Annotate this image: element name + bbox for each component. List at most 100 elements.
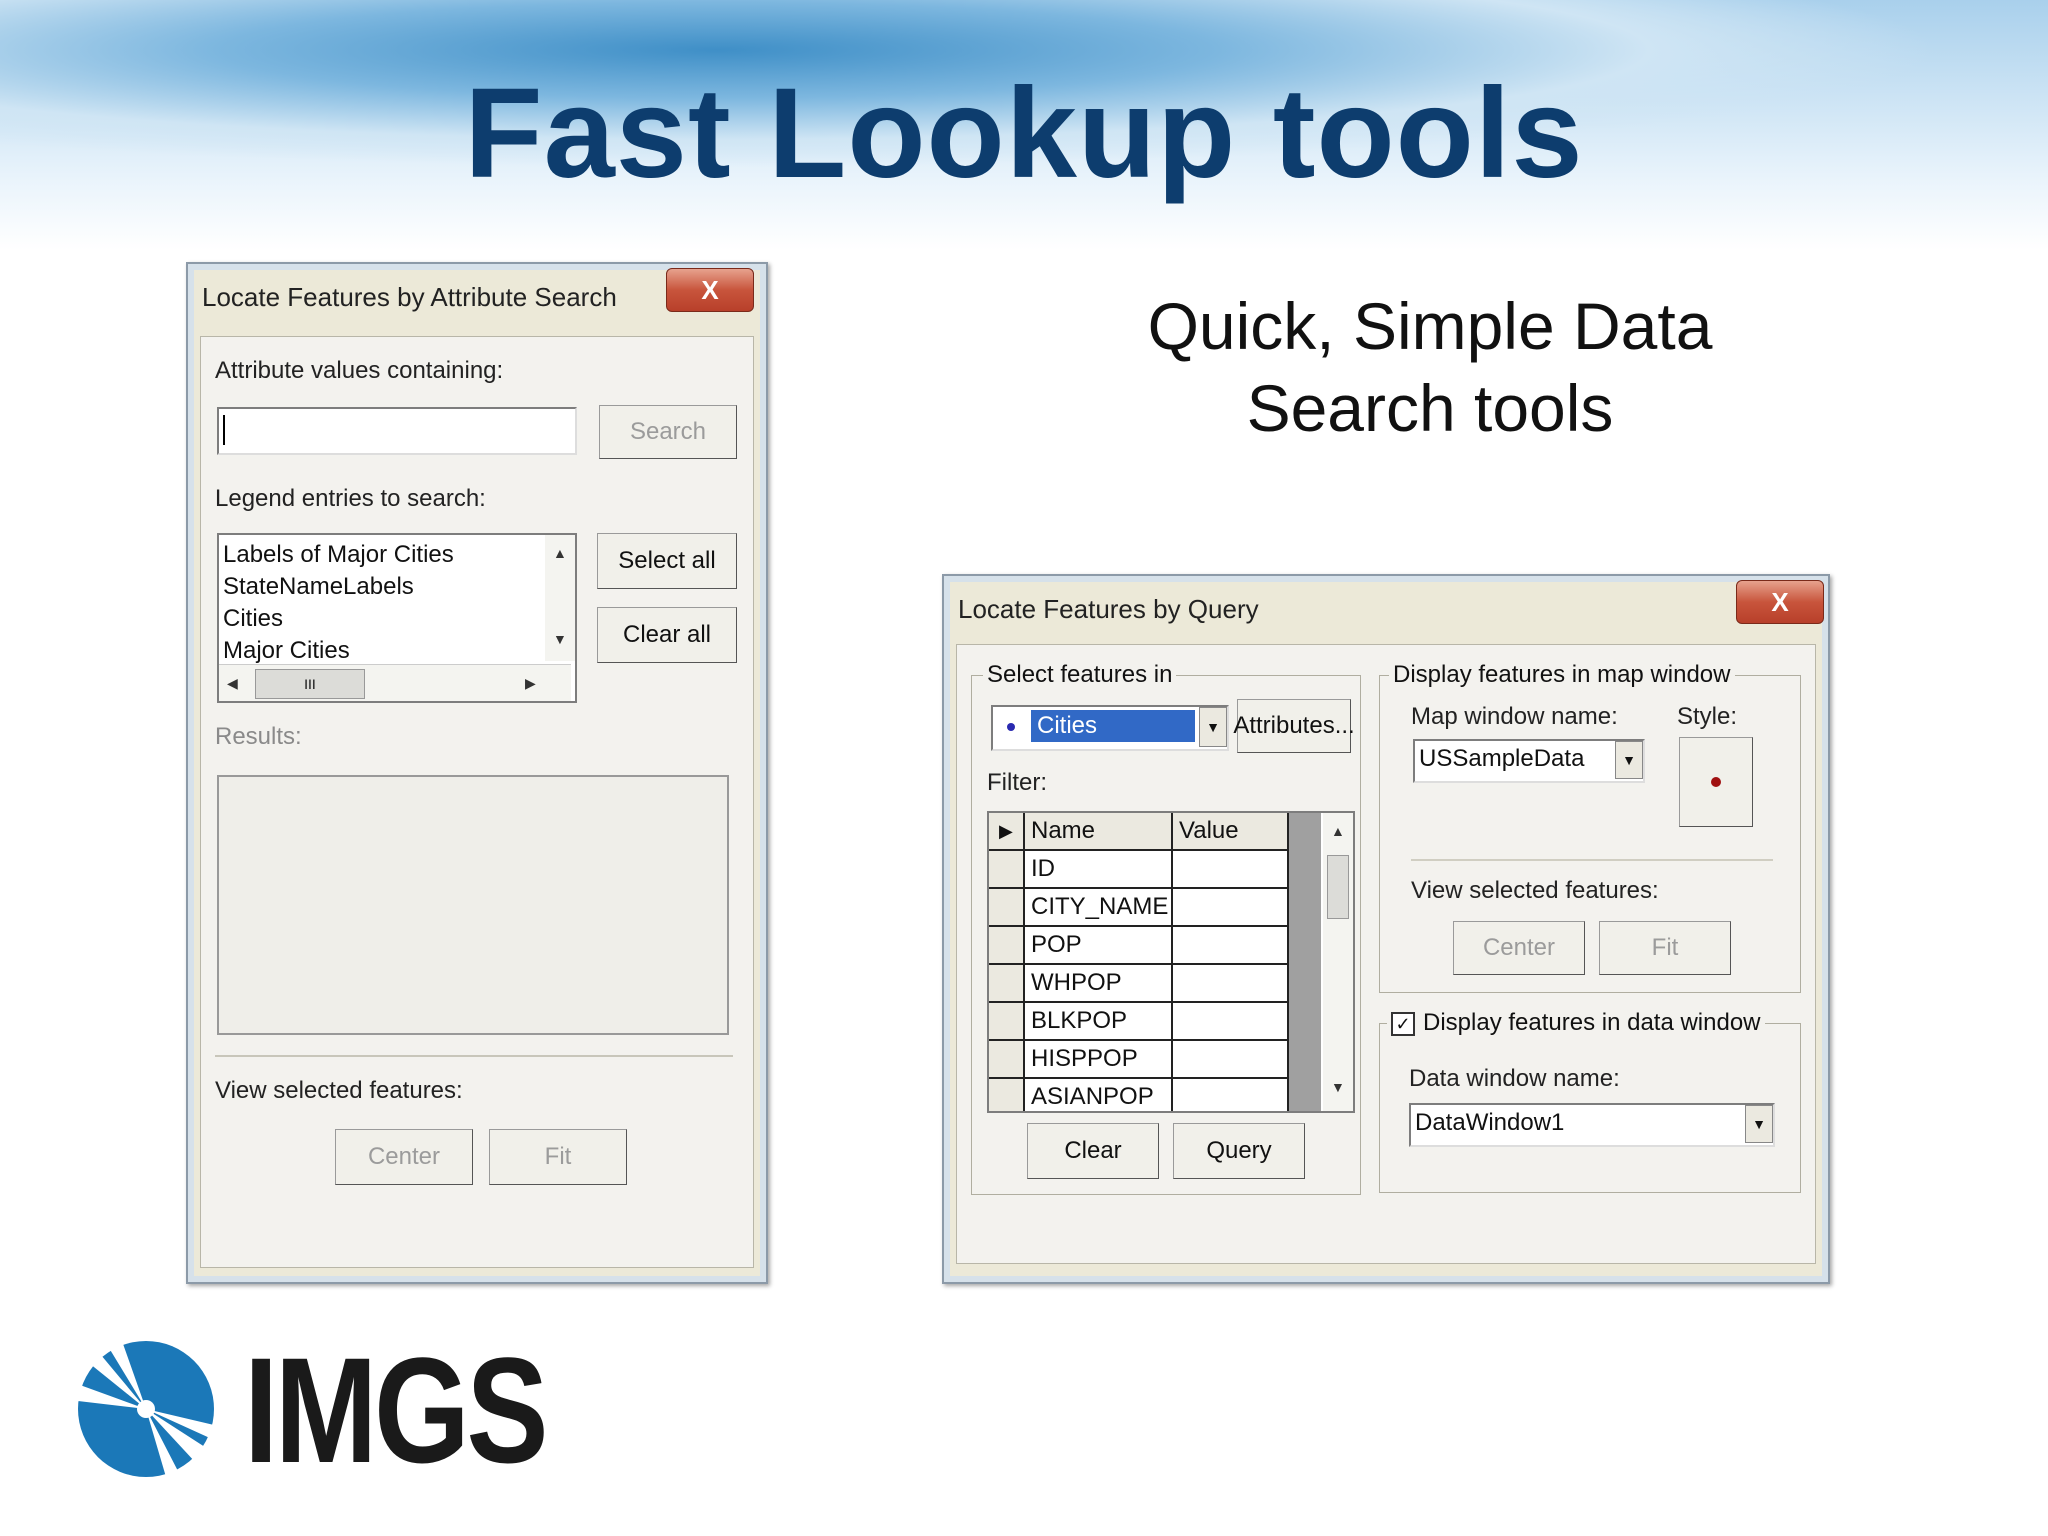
legend-entries-list[interactable]: Labels of Major Cities StateNameLabels C… [217, 533, 577, 703]
select-all-button[interactable]: Select all [597, 533, 737, 589]
attribute-search-dialog: Locate Features by Attribute Search X At… [186, 262, 768, 1284]
attributes-button[interactable]: Attributes... [1233, 699, 1355, 753]
grid-cell-value[interactable] [1173, 851, 1289, 887]
slide-title: Fast Lookup tools [464, 62, 1584, 205]
scroll-thumb[interactable]: III [255, 669, 365, 699]
divider [215, 1055, 733, 1057]
grid-cell-name[interactable]: CITY_NAME [1025, 889, 1173, 925]
chevron-down-icon[interactable]: ▼ [1199, 707, 1227, 747]
data-window-name-label: Data window name: [1409, 1065, 1620, 1092]
grid-header-value[interactable]: Value [1173, 813, 1289, 849]
scroll-thumb[interactable] [1327, 855, 1349, 919]
table-row[interactable]: POP [989, 927, 1289, 965]
layer-select-value: Cities [1030, 709, 1196, 743]
row-selector[interactable] [989, 965, 1025, 1001]
list-item[interactable]: Cities [219, 603, 541, 635]
list-item[interactable]: Major Cities [219, 635, 541, 667]
data-window-legend[interactable]: ✓ Display features in data window [1387, 1009, 1765, 1037]
grid-cell-name[interactable]: WHPOP [1025, 965, 1173, 1001]
style-dot-icon [1711, 777, 1721, 787]
view-selected-label: View selected features: [1411, 877, 1659, 904]
grid-cell-value[interactable] [1173, 1079, 1289, 1111]
text-cursor [223, 415, 225, 445]
chevron-down-icon[interactable]: ▼ [1615, 741, 1643, 779]
grid-header-name[interactable]: Name [1025, 813, 1173, 849]
grid-cell-name[interactable]: BLKPOP [1025, 1003, 1173, 1039]
map-window-legend: Display features in map window [1389, 661, 1735, 689]
style-label: Style: [1677, 703, 1738, 730]
style-button[interactable] [1679, 737, 1753, 827]
row-selector[interactable] [989, 851, 1025, 887]
view-selected-label: View selected features: [215, 1077, 463, 1104]
table-row[interactable]: WHPOP [989, 965, 1289, 1003]
filter-grid[interactable]: ▶ Name Value ID CITY_NAME POP WHPOP BLKPOP HI… [987, 811, 1355, 1113]
grid-cell-value[interactable] [1173, 889, 1289, 925]
row-selector[interactable] [989, 927, 1025, 963]
table-row[interactable]: ASIANPOP [989, 1079, 1289, 1111]
center-button[interactable]: Center [1453, 921, 1585, 975]
fit-button[interactable]: Fit [489, 1129, 627, 1185]
clear-all-button[interactable]: Clear all [597, 607, 737, 663]
scroll-up-icon[interactable]: ▲ [553, 545, 567, 561]
row-selector[interactable] [989, 1079, 1025, 1111]
chevron-down-icon[interactable]: ▼ [1745, 1105, 1773, 1143]
logo-text: IMGS [244, 1326, 549, 1494]
row-selector[interactable] [989, 889, 1025, 925]
attribute-values-label: Attribute values containing: [215, 357, 504, 384]
search-button[interactable]: Search [599, 405, 737, 459]
grid-cell-name[interactable]: HISPPOP [1025, 1041, 1173, 1077]
grid-vertical-scrollbar[interactable]: ▲ ▼ [1323, 813, 1353, 1111]
query-button[interactable]: Query [1173, 1123, 1305, 1179]
grid-cell-name[interactable]: ASIANPOP [1025, 1079, 1173, 1111]
grid-cell-value[interactable] [1173, 927, 1289, 963]
dialog-title: Locate Features by Query [958, 594, 1259, 624]
scroll-down-icon[interactable]: ▼ [553, 631, 567, 647]
grid-cell-value[interactable] [1173, 1041, 1289, 1077]
dialog-body: Attribute values containing: Search Lege… [200, 336, 754, 1268]
list-item[interactable]: StateNameLabels [219, 571, 541, 603]
close-button[interactable]: X [1736, 580, 1824, 624]
results-label: Results: [215, 723, 302, 750]
clear-button[interactable]: Clear [1027, 1123, 1159, 1179]
close-button[interactable]: X [666, 268, 754, 312]
scroll-down-icon[interactable]: ▼ [1331, 1079, 1345, 1095]
slide-subtitle: Quick, Simple Data Search tools [1090, 285, 1770, 449]
results-box[interactable] [217, 775, 729, 1035]
table-row[interactable]: CITY_NAME [989, 889, 1289, 927]
scroll-left-icon[interactable]: ◀ [227, 675, 238, 692]
grid-gray-column [1289, 813, 1321, 1111]
query-dialog: Locate Features by Query X Select featur… [942, 574, 1830, 1284]
subtitle-line-2: Search tools [1246, 371, 1614, 445]
grid-cell-value[interactable] [1173, 965, 1289, 1001]
scroll-up-icon[interactable]: ▲ [1331, 823, 1345, 839]
scroll-right-icon[interactable]: ▶ [525, 675, 536, 692]
vertical-scrollbar[interactable]: ▲ ▼ [545, 535, 575, 661]
attribute-search-input[interactable] [217, 407, 577, 455]
layer-dot-icon [1007, 723, 1015, 731]
data-window-select-value: DataWindow1 [1415, 1109, 1565, 1136]
grid-cell-name[interactable]: ID [1025, 851, 1173, 887]
grid-cell-value[interactable] [1173, 1003, 1289, 1039]
fit-button[interactable]: Fit [1599, 921, 1731, 975]
dialog-body: Select features in Cities ▼ Attributes..… [956, 644, 1816, 1264]
row-selector-icon: ▶ [989, 813, 1025, 849]
select-features-legend: Select features in [983, 661, 1177, 689]
table-row[interactable]: HISPPOP [989, 1041, 1289, 1079]
row-selector[interactable] [989, 1003, 1025, 1039]
data-window-select[interactable]: DataWindow1 ▼ [1409, 1103, 1775, 1147]
data-window-checkbox-label: Display features in data window [1423, 1009, 1761, 1036]
map-window-name-label: Map window name: [1411, 703, 1618, 730]
subtitle-line-1: Quick, Simple Data [1147, 289, 1713, 363]
grid-cell-name[interactable]: POP [1025, 927, 1173, 963]
list-item[interactable]: Labels of Major Cities [219, 539, 541, 571]
map-window-select-value: USSampleData [1419, 745, 1585, 772]
filter-label: Filter: [987, 769, 1047, 796]
layer-select[interactable]: Cities ▼ [991, 705, 1229, 751]
table-row[interactable]: BLKPOP [989, 1003, 1289, 1041]
map-window-select[interactable]: USSampleData ▼ [1413, 739, 1645, 783]
data-window-checkbox[interactable]: ✓ [1391, 1011, 1415, 1036]
table-row[interactable]: ID [989, 851, 1289, 889]
center-button[interactable]: Center [335, 1129, 473, 1185]
horizontal-scrollbar[interactable]: ◀ III ▶ [219, 664, 571, 701]
row-selector[interactable] [989, 1041, 1025, 1077]
